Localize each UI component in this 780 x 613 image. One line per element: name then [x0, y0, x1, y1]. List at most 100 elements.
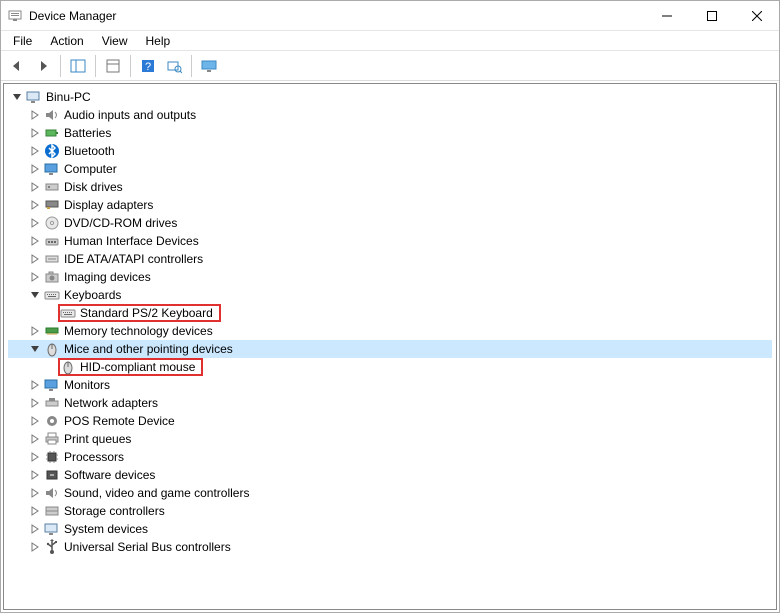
toolbar: ? — [1, 51, 779, 81]
tree-item-network[interactable]: Network adapters — [8, 394, 772, 412]
item-label: Software devices — [64, 468, 155, 482]
tree-item-standard-keyboard[interactable]: Standard PS/2 Keyboard — [8, 304, 772, 322]
scan-hardware-button[interactable] — [162, 54, 186, 78]
tree-item-memory[interactable]: Memory technology devices — [8, 322, 772, 340]
tree-item-ide[interactable]: IDE ATA/ATAPI controllers — [8, 250, 772, 268]
tree-item-bluetooth[interactable]: Bluetooth — [8, 142, 772, 160]
menu-help[interactable]: Help — [138, 32, 179, 50]
tree-root[interactable]: Binu-PC — [8, 88, 772, 106]
tree-item-hid-mouse[interactable]: HID-compliant mouse — [8, 358, 772, 376]
menu-view[interactable]: View — [94, 32, 136, 50]
item-label: Imaging devices — [64, 270, 151, 284]
expander-right-icon[interactable] — [28, 378, 42, 392]
svg-text:?: ? — [145, 61, 151, 73]
minimize-button[interactable] — [644, 1, 689, 30]
cpu-icon — [44, 449, 60, 465]
expander-right-icon[interactable] — [28, 540, 42, 554]
item-label: Audio inputs and outputs — [64, 108, 196, 122]
expander-right-icon[interactable] — [28, 504, 42, 518]
network-icon — [44, 395, 60, 411]
expander-right-icon[interactable] — [28, 198, 42, 212]
tree-item-hid[interactable]: Human Interface Devices — [8, 232, 772, 250]
tree-item-usb[interactable]: Universal Serial Bus controllers — [8, 538, 772, 556]
tree-item-monitors[interactable]: Monitors — [8, 376, 772, 394]
item-label: Memory technology devices — [64, 324, 213, 338]
tree-item-disk-drives[interactable]: Disk drives — [8, 178, 772, 196]
item-label: Keyboards — [64, 288, 121, 302]
expander-right-icon[interactable] — [28, 432, 42, 446]
root-label: Binu-PC — [46, 90, 91, 104]
storage-icon — [44, 503, 60, 519]
item-label: Batteries — [64, 126, 111, 140]
tree-item-audio[interactable]: Audio inputs and outputs — [8, 106, 772, 124]
expander-right-icon[interactable] — [28, 144, 42, 158]
item-label: Sound, video and game controllers — [64, 486, 249, 500]
expander-right-icon[interactable] — [28, 108, 42, 122]
tree-item-computer[interactable]: Computer — [8, 160, 772, 178]
tree-item-keyboards[interactable]: Keyboards — [8, 286, 772, 304]
gear-icon — [44, 413, 60, 429]
tree-item-storage[interactable]: Storage controllers — [8, 502, 772, 520]
bluetooth-icon — [44, 143, 60, 159]
properties-button[interactable] — [101, 54, 125, 78]
forward-button[interactable] — [31, 54, 55, 78]
highlight-box: HID-compliant mouse — [58, 358, 203, 376]
maximize-button[interactable] — [689, 1, 734, 30]
computer-icon — [26, 89, 42, 105]
menubar: File Action View Help — [1, 31, 779, 51]
toolbar-separator — [60, 55, 61, 77]
expander-right-icon[interactable] — [28, 486, 42, 500]
expander-right-icon[interactable] — [28, 396, 42, 410]
battery-icon — [44, 125, 60, 141]
speaker-icon — [44, 485, 60, 501]
show-hide-tree-button[interactable] — [66, 54, 90, 78]
expander-down-icon[interactable] — [10, 90, 24, 104]
tree-item-display-adapters[interactable]: Display adapters — [8, 196, 772, 214]
tree-item-mice[interactable]: Mice and other pointing devices — [8, 340, 772, 358]
monitor-button[interactable] — [197, 54, 221, 78]
disc-icon — [44, 215, 60, 231]
menu-action[interactable]: Action — [42, 32, 91, 50]
highlight-box: Standard PS/2 Keyboard — [58, 304, 221, 322]
window-title: Device Manager — [29, 9, 644, 23]
display-adapter-icon — [44, 197, 60, 213]
expander-down-icon[interactable] — [28, 342, 42, 356]
mouse-icon — [44, 341, 60, 357]
item-label: Disk drives — [64, 180, 123, 194]
expander-right-icon[interactable] — [28, 450, 42, 464]
tree-item-batteries[interactable]: Batteries — [8, 124, 772, 142]
close-button[interactable] — [734, 1, 779, 30]
device-tree[interactable]: Binu-PC Audio inputs and outputs Batteri… — [3, 83, 777, 610]
tree-item-software[interactable]: Software devices — [8, 466, 772, 484]
monitor-icon — [44, 161, 60, 177]
back-button[interactable] — [5, 54, 29, 78]
expander-right-icon[interactable] — [28, 252, 42, 266]
expander-right-icon[interactable] — [28, 162, 42, 176]
tree-item-print[interactable]: Print queues — [8, 430, 772, 448]
expander-right-icon[interactable] — [28, 324, 42, 338]
tree-item-processors[interactable]: Processors — [8, 448, 772, 466]
expander-right-icon[interactable] — [28, 180, 42, 194]
camera-icon — [44, 269, 60, 285]
speaker-icon — [44, 107, 60, 123]
expander-right-icon[interactable] — [28, 126, 42, 140]
menu-file[interactable]: File — [5, 32, 40, 50]
expander-right-icon[interactable] — [28, 414, 42, 428]
help-button[interactable]: ? — [136, 54, 160, 78]
item-label: Monitors — [64, 378, 110, 392]
tree-item-pos[interactable]: POS Remote Device — [8, 412, 772, 430]
disk-icon — [44, 179, 60, 195]
tree-item-sound[interactable]: Sound, video and game controllers — [8, 484, 772, 502]
item-label: Mice and other pointing devices — [64, 342, 233, 356]
expander-right-icon[interactable] — [28, 522, 42, 536]
tree-item-system[interactable]: System devices — [8, 520, 772, 538]
expander-right-icon[interactable] — [28, 234, 42, 248]
expander-right-icon[interactable] — [28, 216, 42, 230]
expander-right-icon[interactable] — [28, 468, 42, 482]
tree-item-dvd[interactable]: DVD/CD-ROM drives — [8, 214, 772, 232]
expander-right-icon[interactable] — [28, 270, 42, 284]
expander-down-icon[interactable] — [28, 288, 42, 302]
tree-item-imaging[interactable]: Imaging devices — [8, 268, 772, 286]
window-controls — [644, 1, 779, 30]
item-label: Computer — [64, 162, 117, 176]
